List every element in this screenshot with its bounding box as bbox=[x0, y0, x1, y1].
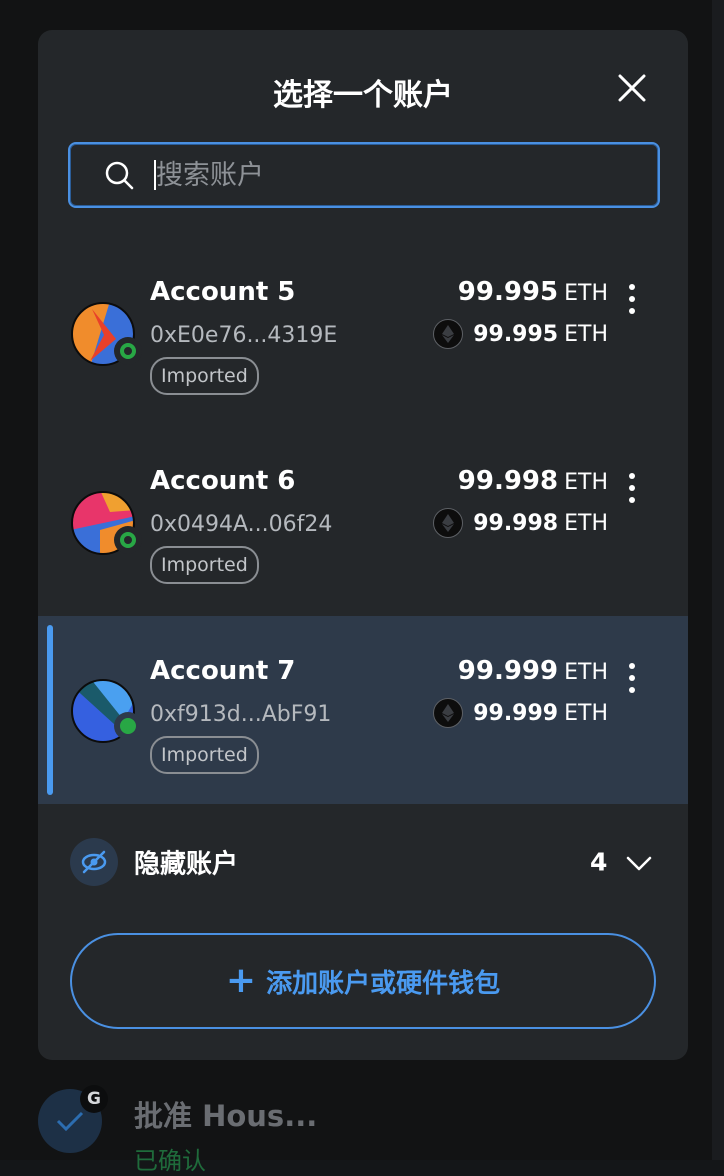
chevron-down-icon bbox=[626, 856, 652, 871]
secondary-balance: 99.998 ETH bbox=[433, 508, 608, 538]
imported-tag: Imported bbox=[150, 546, 259, 584]
secondary-balance-value: 99.995 bbox=[473, 321, 559, 347]
plus-icon: + bbox=[225, 960, 257, 1001]
background-edge bbox=[712, 0, 724, 1160]
activity-title: 批准 Hous... bbox=[134, 1099, 318, 1133]
search-input[interactable] bbox=[156, 152, 636, 198]
account-name: Account 6 bbox=[150, 466, 296, 496]
account-row-7[interactable]: Account 7 0xf913d...AbF91 Imported 99.99… bbox=[38, 616, 688, 804]
search-icon bbox=[105, 161, 134, 190]
search-box[interactable] bbox=[68, 142, 660, 208]
add-account-label: 添加账户或硬件钱包 bbox=[266, 968, 501, 999]
imported-tag: Imported bbox=[150, 357, 259, 395]
account-name: Account 5 bbox=[150, 277, 296, 307]
imported-tag: Imported bbox=[150, 736, 259, 774]
close-button[interactable] bbox=[612, 68, 652, 108]
selected-indicator bbox=[47, 625, 53, 795]
background-activity-item: G 批准 Hous... 已确认 bbox=[38, 1085, 688, 1175]
balance-unit: ETH bbox=[564, 660, 608, 685]
account-address: 0xf913d...AbF91 bbox=[150, 702, 332, 727]
account-balance: 99.998 ETH bbox=[458, 466, 608, 496]
secondary-balance-unit: ETH bbox=[564, 321, 608, 347]
balance-unit: ETH bbox=[564, 470, 608, 495]
hidden-accounts-toggle[interactable]: 隐藏账户 4 bbox=[38, 804, 688, 918]
add-account-button[interactable]: + 添加账户或硬件钱包 bbox=[70, 933, 656, 1029]
balance-value: 99.998 bbox=[457, 466, 559, 496]
more-options-icon[interactable] bbox=[618, 470, 646, 510]
secondary-balance: 99.999 ETH bbox=[433, 698, 608, 728]
connected-status-icon bbox=[114, 712, 142, 740]
more-options-icon[interactable] bbox=[618, 660, 646, 700]
connected-status-icon bbox=[114, 337, 142, 365]
eth-icon bbox=[433, 319, 464, 349]
account-selector-modal: 选择一个账户 Account 5 0xE0e76...4319E Import bbox=[38, 30, 688, 1060]
more-options-icon[interactable] bbox=[618, 281, 646, 321]
account-balance: 99.995 ETH bbox=[458, 277, 608, 307]
hidden-accounts-label: 隐藏账户 bbox=[134, 849, 239, 880]
eye-slash-icon bbox=[70, 838, 118, 886]
activity-status: 已确认 bbox=[134, 1147, 206, 1175]
checkmark-icon: G bbox=[38, 1085, 108, 1153]
modal-title: 选择一个账户 bbox=[273, 78, 453, 113]
eth-icon bbox=[433, 698, 464, 728]
account-row-6[interactable]: Account 6 0x0494A...06f24 Imported 99.99… bbox=[38, 426, 688, 614]
account-row-5[interactable]: Account 5 0xE0e76...4319E Imported 99.99… bbox=[38, 237, 688, 425]
close-icon bbox=[618, 74, 646, 102]
balance-unit: ETH bbox=[564, 281, 608, 306]
account-address: 0xE0e76...4319E bbox=[150, 323, 338, 348]
secondary-balance: 99.995 ETH bbox=[433, 319, 608, 349]
hidden-accounts-count: 4 bbox=[590, 847, 608, 877]
eth-icon bbox=[433, 508, 464, 538]
secondary-balance-unit: ETH bbox=[564, 700, 608, 726]
secondary-balance-unit: ETH bbox=[564, 510, 608, 536]
balance-value: 99.995 bbox=[457, 277, 559, 307]
account-address: 0x0494A...06f24 bbox=[150, 512, 333, 537]
activity-badge: G bbox=[80, 1085, 108, 1113]
connected-status-icon bbox=[114, 526, 142, 554]
account-name: Account 7 bbox=[150, 656, 296, 686]
account-balance: 99.999 ETH bbox=[458, 656, 608, 686]
balance-value: 99.999 bbox=[457, 656, 559, 686]
secondary-balance-value: 99.998 bbox=[473, 510, 559, 536]
secondary-balance-value: 99.999 bbox=[473, 700, 559, 726]
